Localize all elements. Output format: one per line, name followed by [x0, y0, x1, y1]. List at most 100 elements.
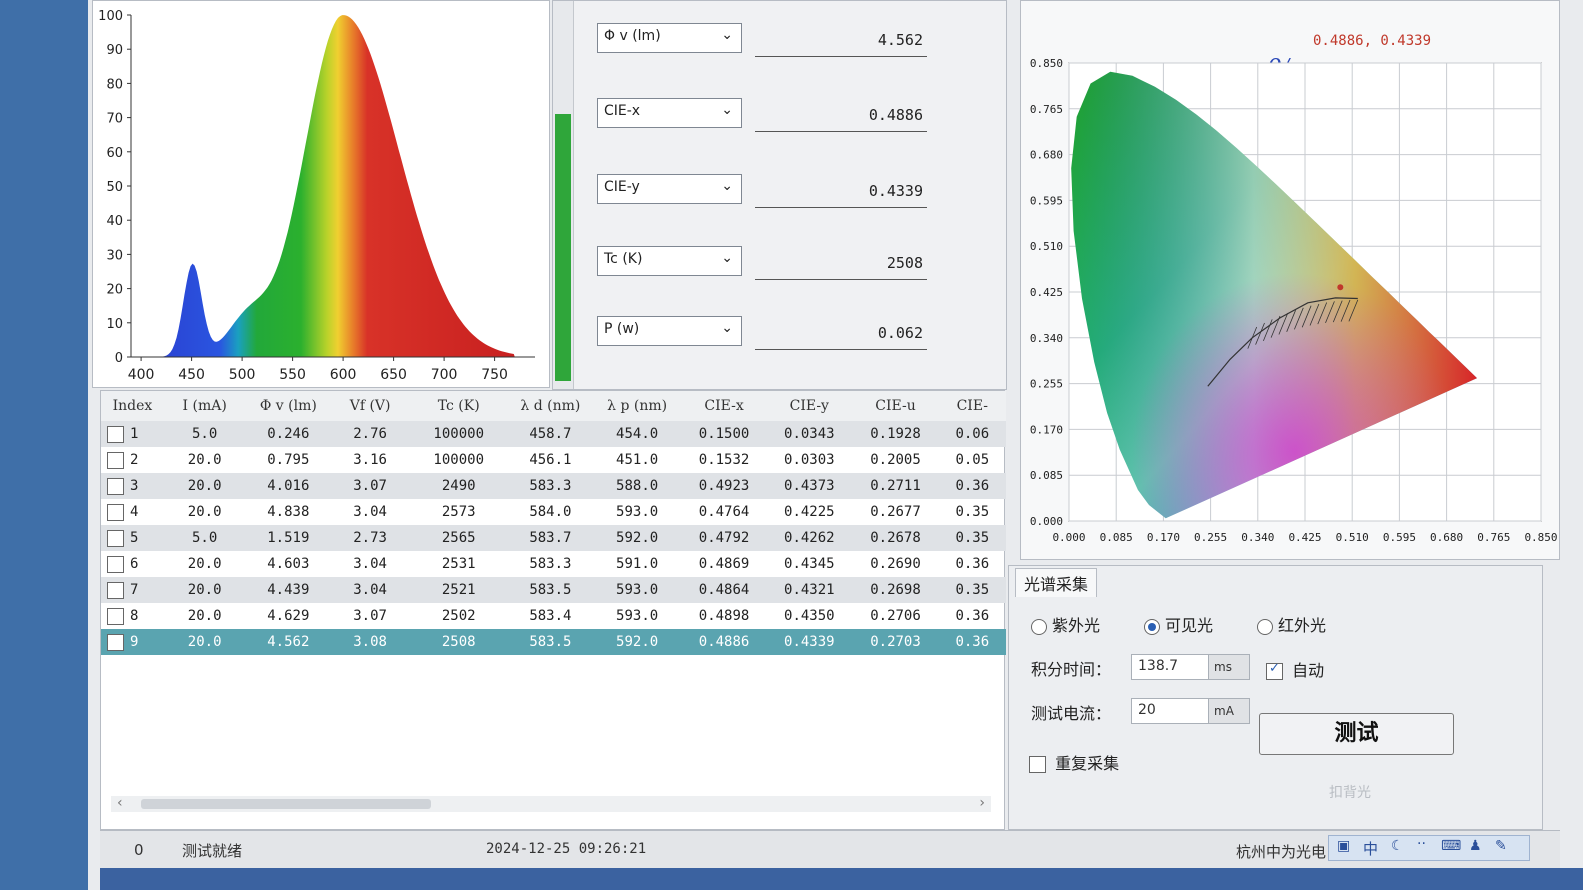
- measurement-value: 0.4339: [755, 182, 927, 208]
- cell-value: 0.05: [955, 452, 990, 468]
- row-checkbox[interactable]: [107, 555, 124, 573]
- table-row[interactable]: 6 20.0 4.603 3.04 2531 583.3 591.0 0.4869 0.4345…: [101, 551, 1006, 577]
- table-cell: 20.0: [163, 473, 246, 499]
- row-checkbox[interactable]: [107, 581, 124, 599]
- ime-mode-icon[interactable]: ▣: [1337, 838, 1350, 854]
- cie-y-tick-label: 0.425: [1030, 286, 1063, 299]
- measurement-param-dropdown[interactable]: Φ v (lm) ⌄: [597, 23, 742, 53]
- table-cell: 0.2703: [852, 629, 939, 655]
- mode-radio[interactable]: 紫外光: [1031, 616, 1100, 635]
- x-tick-label: 550: [279, 367, 306, 383]
- row-checkbox[interactable]: [107, 425, 124, 443]
- table-row[interactable]: 3 20.0 4.016 3.07 2490 583.3 588.0 0.4923 0.4373…: [101, 473, 1006, 499]
- cell-value: 20.0: [187, 582, 222, 598]
- table-cell: 2531: [409, 551, 508, 577]
- column-header[interactable]: Index: [101, 391, 164, 421]
- row-index: 7: [130, 582, 139, 598]
- scroll-left-icon[interactable]: ‹: [117, 795, 123, 811]
- ime-punct-icon[interactable]: ··: [1417, 836, 1426, 852]
- cell-value: 3.04: [353, 556, 387, 572]
- row-index: 9: [130, 634, 139, 650]
- table-cell: 583.4: [508, 603, 592, 629]
- column-header[interactable]: λ d (nm): [508, 391, 593, 421]
- measurement-row: CIE-x ⌄ 0.4886: [597, 98, 937, 132]
- row-index: 8: [130, 608, 139, 624]
- ime-keyboard-icon[interactable]: ⌨: [1441, 838, 1461, 854]
- row-checkbox[interactable]: [107, 477, 124, 495]
- mode-radio[interactable]: 红外光: [1257, 616, 1326, 635]
- column-header[interactable]: Vf (V): [331, 391, 409, 421]
- spectrum-chart: 1009080706050403020100400 450 500 550 600 650…: [98, 9, 535, 383]
- column-header[interactable]: Φ v (lm): [245, 391, 332, 421]
- ime-user-icon[interactable]: ♟: [1469, 838, 1482, 854]
- measurement-param-dropdown[interactable]: Tc (K) ⌄: [597, 246, 742, 276]
- measurement-param-dropdown[interactable]: CIE-x ⌄: [597, 98, 742, 128]
- test-current-input[interactable]: 20: [1131, 698, 1209, 724]
- cell-value: 0.2711: [870, 478, 921, 494]
- ime-toolbar[interactable]: ▣ 中 ☾ ·· ⌨ ♟ ✎: [1328, 835, 1530, 861]
- column-header[interactable]: CIE-: [938, 391, 1006, 421]
- table-row[interactable]: 2 20.0 0.795 3.16 100000 456.1 451.0 0.1532 0.03…: [101, 447, 1006, 473]
- table-row[interactable]: 5 5.0 1.519 2.73 2565 583.7 592.0 0.4792 0.4262 0…: [101, 525, 1006, 551]
- table-cell: 0.36: [939, 603, 1006, 629]
- row-checkbox[interactable]: [107, 451, 124, 469]
- integration-time-input[interactable]: 138.7: [1131, 654, 1209, 680]
- repeat-acquisition-checkbox[interactable]: 重复采集: [1029, 750, 1119, 774]
- cell-value: 2490: [441, 478, 476, 494]
- table-cell: 591.0: [592, 551, 682, 577]
- cell-value: 583.3: [529, 556, 572, 572]
- cell-value: 592.0: [616, 634, 659, 650]
- table-cell: 593.0: [592, 499, 682, 525]
- cie-diagram-panel: 0.4886, 0.4339 0/ 0.8500.7650.6800.5950.…: [1020, 0, 1560, 560]
- table-cell: 451.0: [592, 447, 682, 473]
- scroll-right-icon[interactable]: ›: [979, 795, 985, 811]
- row-checkbox[interactable]: [107, 607, 124, 625]
- cell-value: 0.06: [955, 426, 990, 442]
- ime-settings-icon[interactable]: ✎: [1495, 838, 1507, 854]
- y-tick-label: 70: [106, 112, 123, 127]
- test-button[interactable]: 测试: [1259, 713, 1454, 755]
- row-checkbox[interactable]: [107, 503, 124, 521]
- column-header[interactable]: CIE-y: [766, 391, 853, 421]
- ime-moon-icon[interactable]: ☾: [1391, 838, 1404, 854]
- column-header[interactable]: Tc (K): [408, 391, 509, 421]
- cell-value: 0.2677: [870, 504, 921, 520]
- table-cell: 2502: [409, 603, 508, 629]
- cie-x-tick-label: 0.425: [1288, 531, 1321, 544]
- y-tick-label: 100: [98, 9, 123, 24]
- table-cell: 20.0: [163, 629, 246, 655]
- auto-checkbox[interactable]: ✓ 自动: [1266, 657, 1324, 681]
- table-cell: 0.4345: [766, 551, 852, 577]
- cie-y-tick-label: 0.170: [1030, 423, 1063, 436]
- measurement-param-dropdown[interactable]: P (w) ⌄: [597, 316, 742, 346]
- acquisition-title: 光谱采集: [1015, 568, 1098, 597]
- horizontal-scrollbar[interactable]: ‹ ›: [111, 795, 991, 812]
- column-header[interactable]: λ p (nm): [592, 391, 682, 421]
- table-row[interactable]: 1 5.0 0.246 2.76 100000 458.7 454.0 0.1500 0.034…: [101, 421, 1006, 447]
- status-count: 0: [134, 841, 144, 859]
- ime-language-icon[interactable]: 中: [1363, 838, 1378, 859]
- table-row[interactable]: 8 20.0 4.629 3.07 2502 583.4 593.0 0.4898 0.4350…: [101, 603, 1006, 629]
- row-checkbox[interactable]: [107, 633, 124, 651]
- table-cell: 456.1: [508, 447, 592, 473]
- measurement-param-dropdown[interactable]: CIE-y ⌄: [597, 174, 742, 204]
- table-row[interactable]: 4 20.0 4.838 3.04 2573 584.0 593.0 0.4764 0.4225…: [101, 499, 1006, 525]
- cie-y-tick-label: 0.680: [1030, 149, 1063, 162]
- row-checkbox[interactable]: [107, 529, 124, 547]
- cell-value: 451.0: [616, 452, 659, 468]
- cie-chart: 0.850 0.765 0.680 0.595 0.510 0.425 0.340 0.255…: [1030, 57, 1558, 544]
- column-header[interactable]: CIE-x: [681, 391, 767, 421]
- y-tick-label: 50: [106, 180, 123, 195]
- scrollbar-thumb[interactable]: [141, 799, 431, 809]
- cell-value: 3.16: [353, 452, 387, 468]
- row-index: 6: [130, 556, 139, 572]
- mode-radio[interactable]: 可见光: [1144, 616, 1213, 635]
- table-row[interactable]: 9 20.0 4.562 3.08 2508 583.5 592.0 0.4886 0.4339…: [101, 629, 1006, 655]
- column-header[interactable]: I (mA): [163, 391, 246, 421]
- table-cell: 0.4350: [766, 603, 852, 629]
- cell-value: 5.0: [192, 530, 218, 546]
- column-header[interactable]: CIE-u: [852, 391, 939, 421]
- status-datetime: 2024-12-25 09:26:21: [486, 841, 647, 857]
- table-row[interactable]: 7 20.0 4.439 3.04 2521 583.5 593.0 0.4864 0.4321…: [101, 577, 1006, 603]
- spectrum-acquisition-panel: 光谱采集 紫外光 可见光 红外光 积分时间： 138.7 ms ✓ 自动 测试电流：…: [1008, 565, 1543, 830]
